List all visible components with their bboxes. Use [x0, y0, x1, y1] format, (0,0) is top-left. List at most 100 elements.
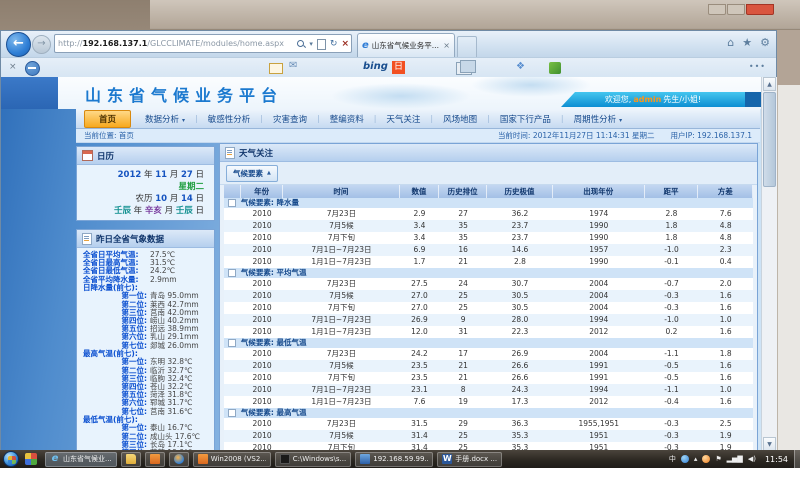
bing-logo[interactable]: bing — [363, 61, 388, 72]
taskbar-window-2[interactable] — [145, 452, 165, 467]
table-cell: 1.6 — [698, 326, 752, 338]
nav-item-6[interactable]: 风场地图 — [433, 111, 487, 127]
taskbar-window-0[interactable]: e山东省气候业... — [45, 452, 117, 467]
taskbar-window-label: Win2008 (VS2... — [211, 455, 266, 463]
table-header: 年份时间数值历史排位历史极值出现年份距平方差 — [224, 185, 753, 198]
climate-element-button[interactable]: 气候要素 ▲ — [226, 165, 278, 182]
addon-icon[interactable] — [549, 62, 561, 74]
table-cell: 24.3 — [487, 384, 553, 396]
compatibility-view-icon[interactable] — [317, 39, 326, 50]
table-row[interactable]: 20107月23日24.21726.92004-1.11.8 — [224, 348, 753, 360]
taskbar-window-6[interactable]: 192.168.59.99... — [355, 452, 433, 467]
language-indicator[interactable]: 中 — [669, 454, 676, 464]
gear-icon[interactable]: ⚙ — [760, 36, 770, 49]
nav-item-5[interactable]: 天气关注 — [376, 111, 430, 127]
scrollbar-thumb[interactable] — [763, 92, 776, 187]
weather-watch-panel: 天气关注 气候要素 ▲ 年份时间数值历史排位历史极值出现年份距平方差 气候要素:… — [219, 143, 758, 451]
scroll-up-icon[interactable]: ▲ — [763, 77, 776, 91]
show-hidden-icons[interactable]: ▴ — [694, 454, 698, 464]
update-tray-icon[interactable] — [681, 455, 689, 463]
checkbox[interactable] — [228, 409, 236, 417]
blocked-content-icon[interactable] — [25, 61, 40, 76]
maximize-icon[interactable] — [727, 4, 745, 15]
minimize-icon[interactable] — [708, 4, 726, 15]
table-cell: -0.4 — [645, 396, 699, 408]
table-row[interactable]: 20107月下旬23.52126.61991-0.51.6 — [224, 372, 753, 384]
nav-item-8[interactable]: 周期性分析▾ — [564, 111, 633, 127]
back-button[interactable]: ← — [6, 32, 31, 57]
close-icon[interactable] — [746, 4, 774, 15]
taskbar-window-4[interactable]: Win2008 (VS2... — [193, 452, 271, 467]
nav-item-3[interactable]: 灾害查询 — [263, 111, 317, 127]
home-icon[interactable]: ⌂ — [727, 36, 734, 49]
new-tab-button[interactable] — [457, 36, 477, 58]
toolbar-close-icon[interactable]: × — [9, 62, 17, 72]
action-center-flag-icon[interactable]: ⚑ — [715, 454, 721, 464]
nav-item-0[interactable]: 首页 — [84, 110, 131, 128]
table-row[interactable]: 20107月5候23.52126.61991-0.51.6 — [224, 360, 753, 372]
checkbox[interactable] — [228, 269, 236, 277]
table-cell: 2004 — [553, 278, 645, 290]
browser-tab[interactable]: e 山东省气候业务平... × — [357, 33, 455, 57]
table-row[interactable]: 20107月下旬3.43523.719901.84.8 — [224, 232, 753, 244]
quick-launch-icon[interactable] — [25, 453, 37, 465]
refresh-icon[interactable]: ↻ — [330, 35, 338, 53]
forward-button[interactable]: → — [32, 35, 51, 54]
checkbox[interactable] — [228, 339, 236, 347]
table-row[interactable]: 20101月1日~7月23日1.7212.81990-0.10.4 — [224, 256, 753, 268]
table-row[interactable]: 20107月23日27.52430.72004-0.72.0 — [224, 278, 753, 290]
table-row[interactable]: 20101月1日~7月23日7.61917.32012-0.41.6 — [224, 396, 753, 408]
network-icon[interactable]: ▂▅▇ — [727, 454, 743, 464]
nav-item-7[interactable]: 国家下行产品 — [490, 111, 561, 127]
start-button[interactable] — [3, 451, 19, 467]
group-row[interactable]: 气候要素: 最低气温 — [224, 338, 753, 348]
table-cell: 25 — [439, 290, 487, 302]
firefox-tray-icon[interactable] — [702, 455, 710, 463]
weather-panel-title: 昨日全省气象数据 — [96, 233, 164, 245]
address-bar[interactable]: http://192.168.137.1/GLCCLIMATE/modules/… — [54, 34, 352, 53]
table-row[interactable]: 20107月5候27.02530.52004-0.31.6 — [224, 290, 753, 302]
mail-icon[interactable]: ✉ — [289, 60, 297, 71]
taskbar-window-1[interactable] — [121, 452, 141, 467]
table-cell: 1月1日~7月23日 — [283, 256, 399, 268]
speaker-icon[interactable]: ◀) — [748, 454, 756, 464]
taskbar-window-3[interactable] — [169, 452, 189, 467]
stop-icon[interactable]: × — [341, 35, 349, 53]
sparkle-icon[interactable]: ❖ — [516, 61, 525, 72]
bing-badge-icon[interactable]: 日 — [392, 61, 405, 74]
nav-item-4[interactable]: 整编资料 — [320, 111, 374, 127]
table-row[interactable]: 20107月5候31.42535.31951-0.31.9 — [224, 430, 753, 442]
checkbox[interactable] — [228, 199, 236, 207]
scroll-down-icon[interactable]: ▼ — [763, 437, 776, 451]
table-row[interactable]: 20107月1日~7月23日6.91614.61957-1.02.3 — [224, 244, 753, 256]
table-cell: 2010 — [241, 244, 283, 256]
table-cell: 1991 — [553, 372, 645, 384]
clock[interactable]: 11:54 — [765, 455, 788, 464]
nav-item-1[interactable]: 数据分析▾ — [135, 111, 195, 127]
chevron-down-icon[interactable]: ▾ — [309, 35, 313, 53]
taskbar-window-5[interactable]: C:\Windows\s... — [275, 452, 352, 467]
group-row[interactable]: 气候要素: 最高气温 — [224, 408, 753, 418]
taskbar-window-7[interactable]: W手册.docx ... — [437, 452, 502, 467]
group-row[interactable]: 气候要素: 平均气温 — [224, 268, 753, 278]
table-row[interactable]: 20107月1日~7月23日26.9928.01994-1.01.0 — [224, 314, 753, 326]
table-row[interactable]: 20107月5候3.43523.719901.84.8 — [224, 220, 753, 232]
group-row[interactable]: 气候要素: 降水量 — [224, 198, 753, 208]
table-row[interactable]: 20101月1日~7月23日12.03122.320120.21.6 — [224, 326, 753, 338]
table-row[interactable]: 20107月下旬27.02530.52004-0.31.6 — [224, 302, 753, 314]
more-icon[interactable]: ••• — [749, 62, 766, 71]
table-row[interactable]: 20107月1日~7月23日23.1824.31994-1.11.0 — [224, 384, 753, 396]
photos-icon[interactable] — [456, 62, 472, 75]
tab-close-icon[interactable]: × — [443, 41, 450, 50]
table-cell: 1.6 — [698, 372, 752, 384]
card-icon[interactable] — [269, 63, 283, 74]
show-desktop-button[interactable] — [794, 450, 800, 468]
table-row[interactable]: 20107月23日31.52936.31955,1951-0.32.5 — [224, 418, 753, 430]
nav-item-2[interactable]: 敏感性分析 — [198, 111, 261, 127]
favorites-star-icon[interactable]: ★ — [742, 36, 752, 49]
table-cell: 19 — [439, 396, 487, 408]
search-icon[interactable] — [297, 40, 305, 48]
scrollbar[interactable]: ▲ ▼ — [761, 77, 777, 451]
table-row[interactable]: 20107月23日2.92736.219742.87.6 — [224, 208, 753, 220]
table-cell: 2010 — [241, 418, 283, 430]
